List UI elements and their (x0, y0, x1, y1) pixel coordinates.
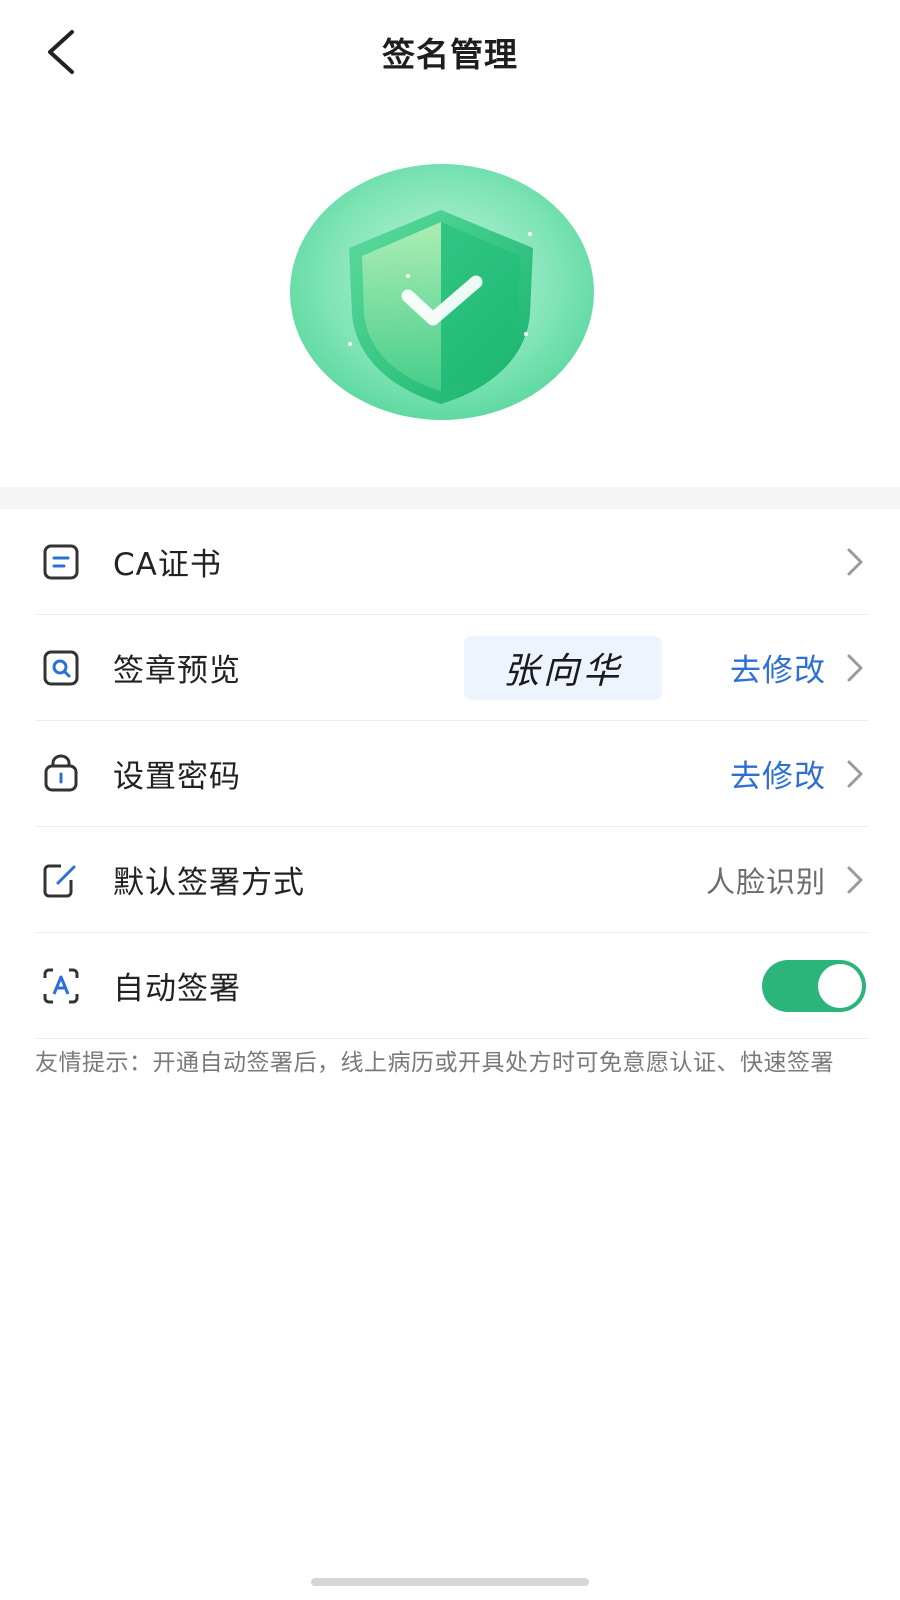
edit-icon (43, 864, 76, 897)
chevron-right-icon (847, 760, 863, 787)
lock-icon (44, 754, 78, 791)
chevron-right-icon (847, 548, 863, 575)
hero-banner (0, 150, 900, 450)
tip-text: 友情提示：开通自动签署后，线上病历或开具处方时可免意愿认证、快速签署 (35, 1050, 834, 1076)
section-divider (0, 487, 900, 509)
page: 签名管理 CA证书 签章预览 张向华 去修改 设置密码 去修改 默认签署方式 人… (0, 0, 900, 1600)
toggle-knob (818, 963, 862, 1008)
row-auto-sign: 自动签署 (35, 933, 868, 1039)
signature-preview: 张向华 (464, 635, 662, 700)
auto-sign-icon (43, 968, 79, 1003)
header: 签名管理 (0, 0, 900, 110)
settings-list: CA证书 签章预览 张向华 去修改 设置密码 去修改 默认签署方式 人脸识别 自… (35, 509, 868, 1039)
row-label: 设置密码 (113, 759, 241, 795)
shield-check-icon (290, 164, 594, 420)
modify-link[interactable]: 去修改 (730, 751, 826, 796)
row-label: 签章预览 (113, 653, 241, 689)
home-indicator[interactable] (311, 1578, 589, 1586)
chevron-right-icon (847, 866, 863, 893)
row-default-sign-method[interactable]: 默认签署方式 人脸识别 (35, 827, 868, 933)
auto-sign-toggle[interactable] (762, 959, 866, 1012)
sign-method-value: 人脸识别 (705, 864, 826, 899)
row-seal-preview[interactable]: 签章预览 张向华 去修改 (35, 615, 868, 721)
row-set-password[interactable]: 设置密码 去修改 (35, 721, 868, 827)
preview-search-icon (43, 650, 79, 685)
row-label: 默认签署方式 (113, 865, 305, 901)
row-label: CA证书 (113, 547, 222, 583)
row-ca-certificate[interactable]: CA证书 (35, 509, 868, 615)
certificate-icon (43, 544, 79, 579)
chevron-right-icon (847, 654, 863, 681)
modify-link[interactable]: 去修改 (730, 645, 826, 690)
page-title: 签名管理 (382, 35, 518, 74)
row-label: 自动签署 (113, 971, 241, 1007)
signature-text: 张向华 (502, 650, 623, 692)
